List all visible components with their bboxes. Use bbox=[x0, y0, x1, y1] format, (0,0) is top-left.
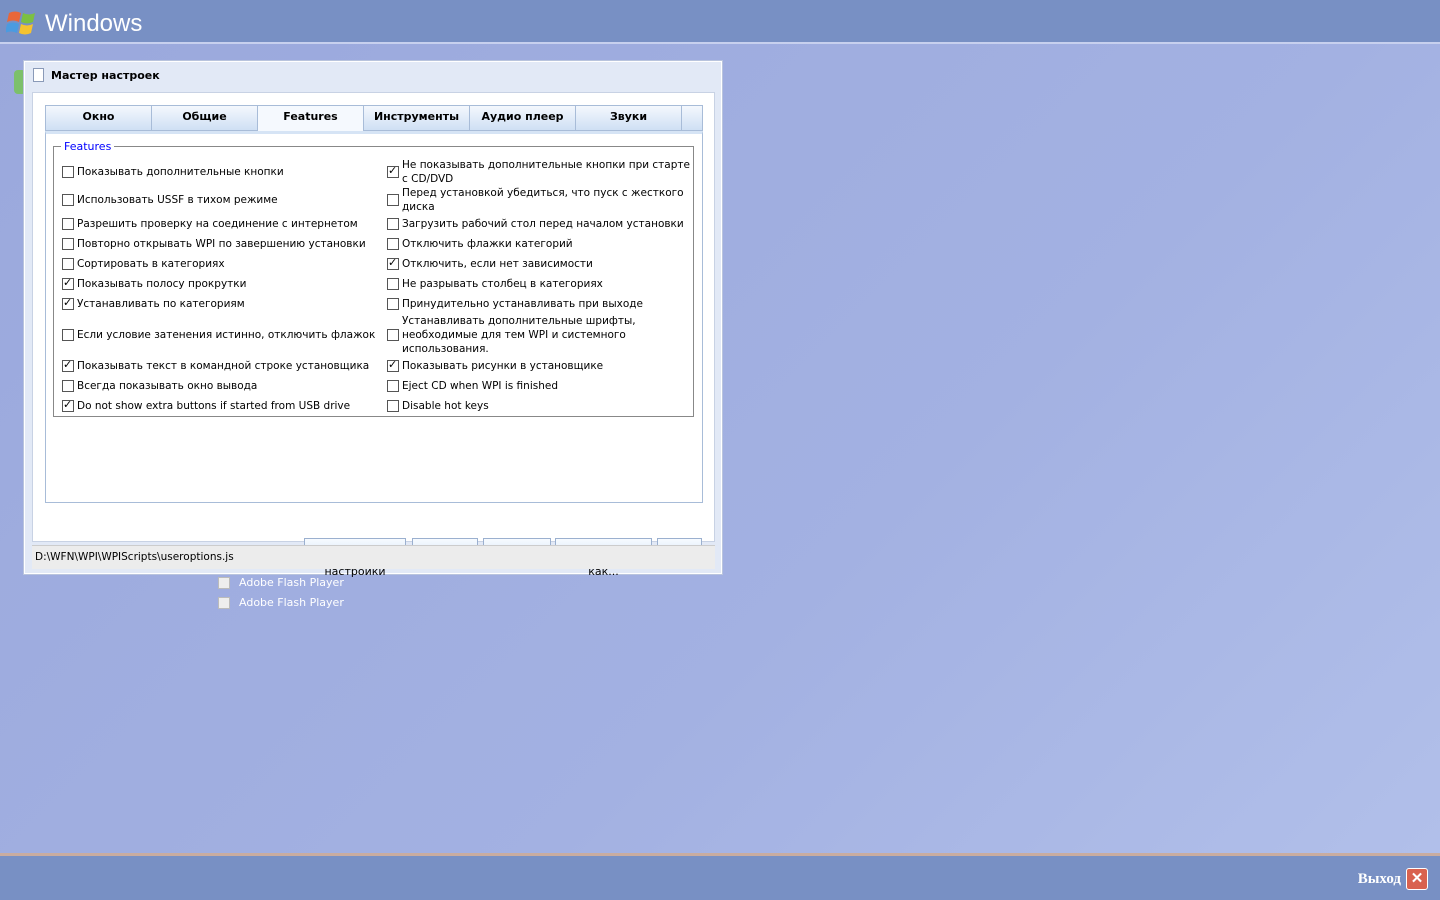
option-checkbox[interactable]: Всегда показывать окно вывода bbox=[62, 379, 377, 393]
checkbox-checked[interactable] bbox=[62, 296, 74, 310]
option-checkbox[interactable]: Показывать полосу прокрутки bbox=[62, 276, 377, 291]
status-bar: D:\WFN\WPI\WPIScripts\useroptions.js bbox=[32, 545, 715, 569]
option-label: Всегда показывать окно вывода bbox=[77, 380, 258, 392]
checkbox-unchecked[interactable] bbox=[387, 298, 399, 310]
option-checkbox[interactable]: Disable hot keys bbox=[387, 399, 692, 413]
checkbox[interactable] bbox=[218, 576, 230, 589]
option-checkbox[interactable]: Не показывать дополнительные кнопки при … bbox=[387, 158, 692, 186]
top-bar: Windows bbox=[0, 0, 1440, 44]
option-checkbox[interactable]: Перед установкой убедиться, что пуск с ж… bbox=[387, 186, 692, 214]
option-label: Показывать текст в командной строке уста… bbox=[77, 360, 370, 372]
option-label: Если условие затенения истинно, отключит… bbox=[77, 329, 376, 341]
app-title: Windows bbox=[45, 10, 143, 37]
features-group: Features Показывать дополнительные кнопк… bbox=[53, 140, 694, 417]
option-checkbox[interactable]: Принудительно устанавливать при выходе bbox=[387, 297, 692, 311]
close-icon: ✕ bbox=[1406, 868, 1428, 890]
option-label: Сортировать в категориях bbox=[77, 258, 225, 270]
checkbox-checked[interactable] bbox=[387, 358, 399, 372]
tab-audio-player[interactable]: Аудио плеер bbox=[470, 106, 576, 130]
checkbox-unchecked[interactable] bbox=[387, 380, 399, 392]
option-label: Eject CD when WPI is finished bbox=[402, 380, 558, 392]
option-checkbox[interactable]: Отключить, если нет зависимости bbox=[387, 256, 692, 271]
checkbox-unchecked[interactable] bbox=[387, 218, 399, 230]
option-label: Do not show extra buttons if started fro… bbox=[77, 400, 351, 412]
option-checkbox[interactable]: Использовать USSF в тихом режиме bbox=[62, 193, 377, 207]
dialog-title: Мастер настроек bbox=[51, 68, 160, 82]
option-checkbox[interactable]: Eject CD when WPI is finished bbox=[387, 379, 692, 393]
windows-logo-icon bbox=[6, 11, 35, 35]
option-label: Disable hot keys bbox=[402, 400, 489, 412]
option-label: Отключить, если нет зависимости bbox=[402, 258, 593, 270]
group-title: Features bbox=[61, 140, 115, 153]
checkbox[interactable] bbox=[218, 596, 230, 609]
tab-content: Features Показывать дополнительные кнопк… bbox=[45, 131, 703, 503]
tab-bar: Окно Общие Features Инструменты Аудио пл… bbox=[45, 105, 703, 134]
checkbox-unchecked[interactable] bbox=[62, 218, 74, 230]
document-icon bbox=[33, 68, 44, 82]
settings-wizard-dialog: Мастер настроек Окно Общие Features Инст… bbox=[24, 61, 722, 578]
option-checkbox[interactable]: Не разрывать столбец в категориях bbox=[387, 277, 692, 291]
exit-button[interactable]: Выход ✕ bbox=[1358, 868, 1428, 890]
option-checkbox[interactable]: Разрешить проверку на соединение с интер… bbox=[62, 217, 377, 231]
tab-tools[interactable]: Инструменты bbox=[364, 106, 470, 130]
option-checkbox[interactable]: Показывать рисунки в установщике bbox=[387, 358, 692, 373]
dialog-panel: Окно Общие Features Инструменты Аудио пл… bbox=[32, 92, 715, 578]
option-checkbox[interactable]: Отключить флажки категорий bbox=[387, 237, 692, 251]
option-label: Устанавливать по категориям bbox=[77, 298, 245, 310]
dialog-title-bar: Мастер настроек bbox=[33, 68, 160, 82]
checkbox-unchecked[interactable] bbox=[62, 238, 74, 250]
option-label: Не разрывать столбец в категориях bbox=[402, 278, 603, 290]
option-label: Перед установкой убедиться, что пуск с ж… bbox=[402, 187, 684, 213]
option-checkbox[interactable]: Повторно открывать WPI по завершению уст… bbox=[62, 237, 377, 251]
item-label: Adobe Flash Player bbox=[239, 596, 344, 609]
option-label: Устанавливать дополнительные шрифты, нео… bbox=[402, 315, 636, 355]
option-checkbox[interactable]: Показывать дополнительные кнопки bbox=[62, 165, 377, 179]
checkbox-unchecked[interactable] bbox=[62, 194, 74, 206]
option-label: Показывать рисунки в установщике bbox=[402, 360, 604, 372]
checkbox-checked[interactable] bbox=[62, 398, 74, 412]
checkbox-unchecked[interactable] bbox=[62, 166, 74, 178]
option-label: Показывать дополнительные кнопки bbox=[77, 166, 284, 178]
option-checkbox[interactable]: Устанавливать по категориям bbox=[62, 296, 377, 311]
option-label: Использовать USSF в тихом режиме bbox=[77, 194, 278, 206]
tab-features[interactable]: Features bbox=[258, 106, 364, 134]
option-label: Отключить флажки категорий bbox=[402, 238, 573, 250]
checkbox-unchecked[interactable] bbox=[62, 329, 74, 341]
option-checkbox[interactable]: Сортировать в категориях bbox=[62, 257, 377, 271]
option-label: Повторно открывать WPI по завершению уст… bbox=[77, 238, 366, 250]
checkbox-unchecked[interactable] bbox=[387, 278, 399, 290]
tab-window[interactable]: Окно bbox=[46, 106, 152, 130]
option-checkbox[interactable]: Показывать текст в командной строке уста… bbox=[62, 358, 377, 373]
checkbox-unchecked[interactable] bbox=[62, 380, 74, 392]
checkbox-checked[interactable] bbox=[62, 276, 74, 290]
checkbox-unchecked[interactable] bbox=[387, 238, 399, 250]
option-label: Разрешить проверку на соединение с интер… bbox=[77, 218, 358, 230]
option-label: Принудительно устанавливать при выходе bbox=[402, 298, 644, 310]
checkbox-unchecked[interactable] bbox=[387, 194, 399, 206]
option-checkbox[interactable]: Загрузить рабочий стол перед началом уст… bbox=[387, 217, 692, 231]
tab-sounds[interactable]: Звуки bbox=[576, 106, 682, 130]
option-checkbox[interactable]: Do not show extra buttons if started fro… bbox=[62, 398, 377, 413]
option-label: Загрузить рабочий стол перед началом уст… bbox=[402, 218, 684, 230]
checkbox-unchecked[interactable] bbox=[387, 329, 399, 341]
option-label: Показывать полосу прокрутки bbox=[77, 278, 247, 290]
checkbox-checked[interactable] bbox=[387, 256, 399, 270]
background-list-item[interactable]: Adobe Flash Player bbox=[218, 596, 344, 609]
checkbox-checked[interactable] bbox=[387, 164, 399, 178]
option-label: Не показывать дополнительные кнопки при … bbox=[402, 159, 690, 185]
bottom-bar: Выход ✕ bbox=[0, 853, 1440, 900]
option-checkbox[interactable]: Если условие затенения истинно, отключит… bbox=[62, 328, 377, 342]
checkbox-checked[interactable] bbox=[62, 358, 74, 372]
exit-label: Выход bbox=[1357, 870, 1401, 887]
checkbox-unchecked[interactable] bbox=[387, 400, 399, 412]
checkbox-unchecked[interactable] bbox=[62, 258, 74, 270]
option-checkbox[interactable]: Устанавливать дополнительные шрифты, нео… bbox=[387, 314, 692, 356]
tab-general[interactable]: Общие bbox=[152, 106, 258, 130]
